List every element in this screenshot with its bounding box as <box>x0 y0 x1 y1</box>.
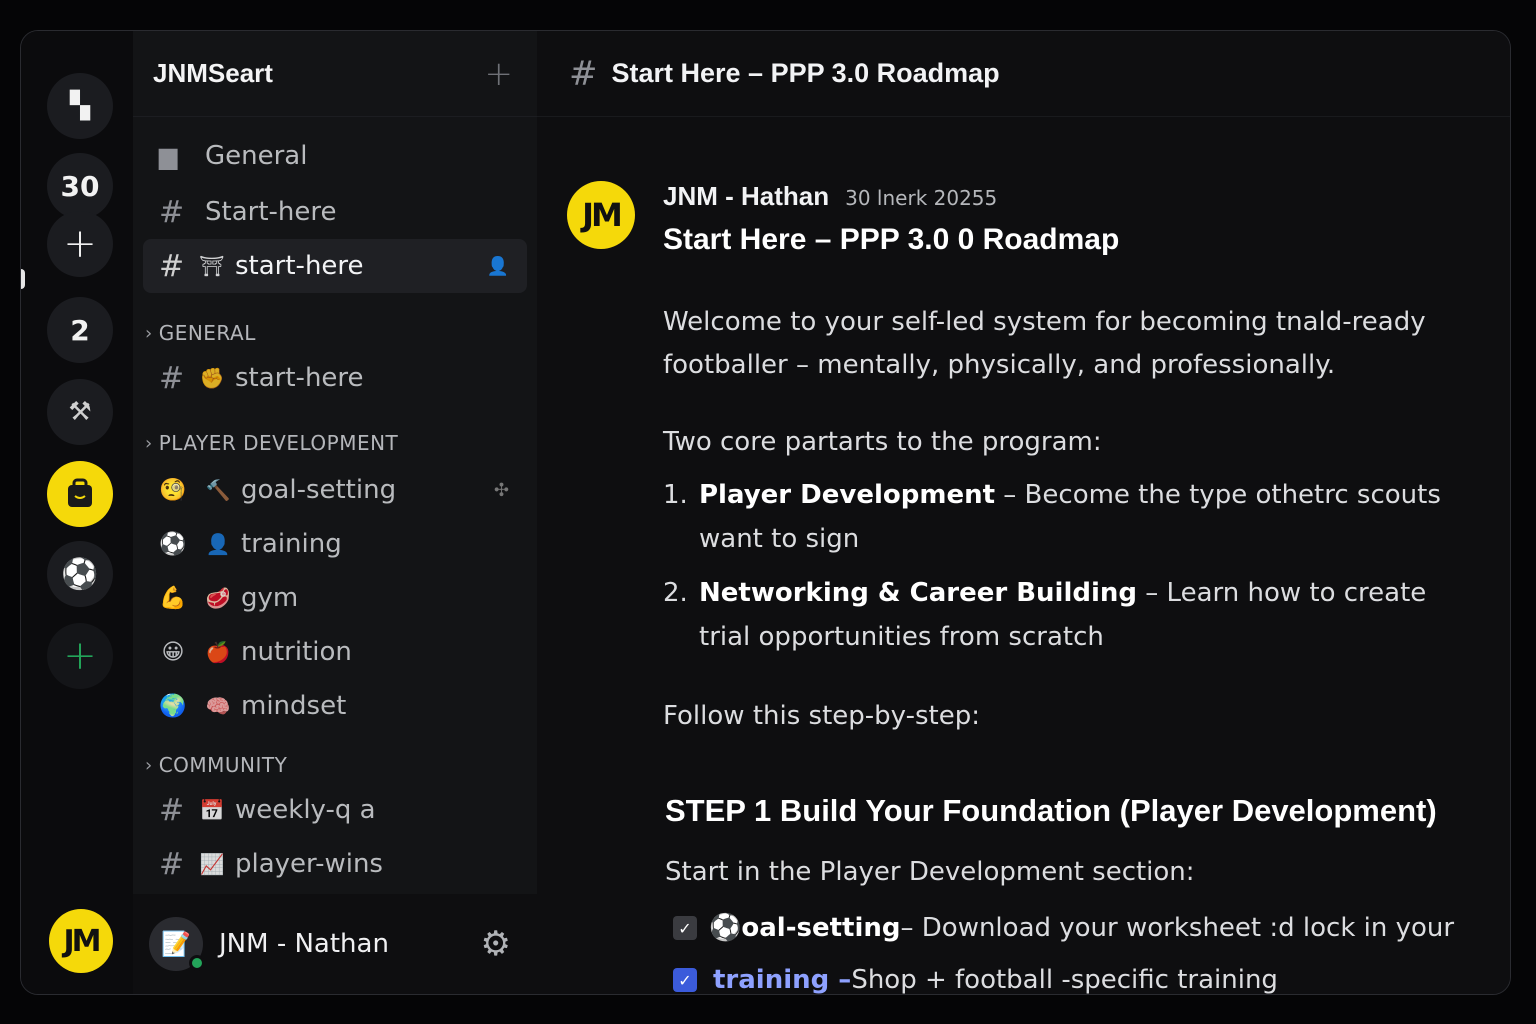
meat-icon: 🥩 <box>205 586 231 610</box>
goal-setting-link[interactable]: oal-setting <box>741 913 900 943</box>
follow-text: Follow this step-by-step: <box>663 701 980 731</box>
folder-icon: ▆ <box>159 142 178 170</box>
message-title: Start Here – PPP 3.0 0 Roadmap <box>663 223 1120 256</box>
task-goal-setting: ✓ ⚽ oal-setting – Download your workshee… <box>673 913 1454 943</box>
hash-icon: # <box>159 846 185 882</box>
online-status-icon <box>189 955 205 971</box>
channel-player-wins[interactable]: # 📈 player-wins <box>143 837 527 891</box>
smiley-icon: 😀 <box>161 639 185 665</box>
selected-indicator <box>21 269 25 289</box>
football-icon[interactable]: ⚽ <box>47 541 113 607</box>
parts-list: 1. Player Development – Become the type … <box>663 473 1463 669</box>
step-1-intro: Start in the Player Development section: <box>665 857 1195 887</box>
channel-training[interactable]: ⚽ 👤 training <box>143 517 527 571</box>
category-player-development[interactable]: › PLAYER DEVELOPMENT <box>145 431 398 455</box>
channel-topbar: # Start Here – PPP 3.0 Roadmap <box>537 31 1510 117</box>
channel-weekly-qa[interactable]: # 📅 weekly-q a <box>143 783 527 837</box>
app-window: ▚ 30 + 2 ⚒ ⚽ + JM JNMSeart + ▆ General #… <box>20 30 1511 995</box>
message-body: JNM - Hathan 30 lnerk 20255 Start Here –… <box>663 181 1483 994</box>
boot-icon[interactable]: ⚒ <box>47 379 113 445</box>
checkbox-icon[interactable]: ✓ <box>673 916 697 940</box>
football-icon: ⚽ <box>709 913 742 943</box>
user-panel: 📝 JNM - Nathan ⚙ <box>133 894 537 994</box>
channel-general[interactable]: ▆ General <box>143 129 527 183</box>
channel-general-start-here[interactable]: # ✊ start-here <box>143 351 527 405</box>
checkbox-icon[interactable]: ✓ <box>673 968 697 992</box>
main-content: # Start Here – PPP 3.0 Roadmap JM JNM - … <box>537 31 1510 994</box>
brain-icon: 🧠 <box>205 694 231 718</box>
list-item: 2. Networking & Career Building – Learn … <box>663 578 1427 652</box>
football-icon: ⚽ <box>159 531 187 557</box>
hash-icon: # <box>159 248 185 284</box>
step-1-heading: STEP 1 Build Your Foundation (Player Dev… <box>665 793 1437 828</box>
calendar-icon: 📅 <box>199 798 225 822</box>
hash-icon: # <box>569 53 598 94</box>
add-icon[interactable]: + <box>47 211 113 277</box>
server-name: JNMSeart <box>153 58 273 88</box>
globe-icon: 🌍 <box>159 693 187 719</box>
person-icon: 👤 <box>205 532 231 556</box>
list-item: 1. Player Development – Become the type … <box>663 480 1441 554</box>
message-header: JNM - Hathan 30 lnerk 20255 <box>663 181 1483 217</box>
signpost-icon: ⛩ <box>199 254 225 278</box>
training-link[interactable]: training – <box>713 965 851 994</box>
channel-title: Start Here – PPP 3.0 Roadmap <box>611 58 1000 88</box>
channel-nutrition[interactable]: 😀 🍎 nutrition <box>143 625 527 679</box>
chevron-right-icon: › <box>145 322 153 344</box>
hash-icon: # <box>159 194 185 230</box>
message-intro: Welcome to your self-led system for beco… <box>663 307 1426 380</box>
server-rail: ▚ 30 + 2 ⚒ ⚽ + JM <box>21 31 133 994</box>
chevron-right-icon: › <box>145 754 153 776</box>
category-general[interactable]: › GENERAL <box>145 321 256 345</box>
category-community[interactable]: › COMMUNITY <box>145 753 287 777</box>
message-author[interactable]: JNM - Hathan <box>663 181 829 212</box>
muscle-icon: 💪 <box>159 585 187 611</box>
hash-icon: # <box>159 792 185 828</box>
parts-heading: Two core partarts to the program: <box>663 427 1102 457</box>
channel-gym[interactable]: 💪 🥩 gym <box>143 571 527 625</box>
message-timestamp: 30 lnerk 20255 <box>845 186 998 210</box>
user-avatar[interactable]: JM <box>49 909 113 973</box>
chart-icon: 📈 <box>199 852 225 876</box>
task-training: ✓ training – Shop + football -specific t… <box>673 965 1278 994</box>
channel-sidebar: JNMSeart + ▆ General # Start-here # ⛩ st… <box>133 31 537 994</box>
server-2-icon[interactable]: 2 <box>47 297 113 363</box>
bag-icon[interactable] <box>47 461 113 527</box>
fist-icon: ✊ <box>199 366 225 390</box>
apple-icon: 🍎 <box>205 640 231 664</box>
channel-start-here-active[interactable]: # ⛩ start-here 👤 <box>143 239 527 293</box>
channel-mindset[interactable]: 🌍 🧠 mindset <box>143 679 527 733</box>
channel-goal-setting[interactable]: 🧐 🔨 goal-setting ✣ <box>143 463 527 517</box>
message-avatar[interactable]: JM <box>567 181 635 249</box>
gear-icon[interactable]: ⚙ <box>481 924 511 964</box>
server-grid-icon[interactable]: ▚ <box>47 73 113 139</box>
add-member-icon[interactable]: 👤 <box>487 256 509 277</box>
server-30[interactable]: 30 <box>47 153 113 219</box>
user-name: JNM - Nathan <box>219 929 389 959</box>
thinking-face-icon: 🧐 <box>159 477 187 503</box>
bag-glyph <box>68 478 92 507</box>
add-channel-button[interactable]: + <box>485 57 514 91</box>
server-header[interactable]: JNMSeart + <box>133 31 537 117</box>
notepad-icon: 📝 <box>161 930 191 958</box>
hash-icon: # <box>159 360 185 396</box>
channel-start-here-1[interactable]: # Start-here <box>143 185 527 239</box>
chevron-right-icon: › <box>145 432 153 454</box>
hammer-icon: 🔨 <box>205 478 231 502</box>
add-server-icon[interactable]: + <box>47 623 113 689</box>
sparkle-icon: ✣ <box>493 479 509 501</box>
user-panel-avatar[interactable]: 📝 <box>149 917 205 971</box>
